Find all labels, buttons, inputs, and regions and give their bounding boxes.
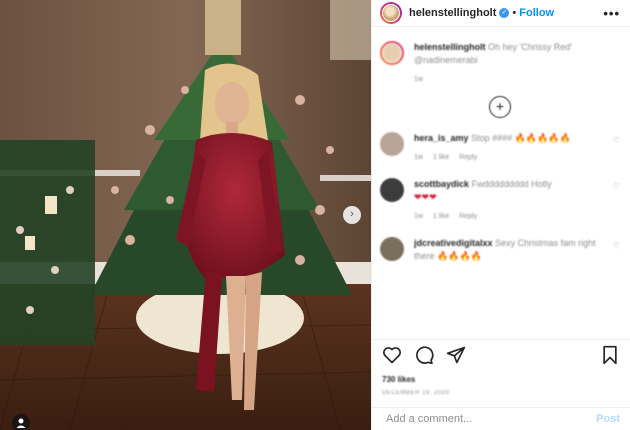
photo-illustration xyxy=(0,0,371,430)
comment-username[interactable]: scottbaydick xyxy=(414,179,469,189)
share-icon[interactable] xyxy=(446,345,466,365)
comment-avatar[interactable] xyxy=(380,178,404,202)
comment-avatar[interactable] xyxy=(380,132,404,156)
verified-badge-icon: ✓ xyxy=(499,8,510,18)
comment-text: Stop #### xyxy=(471,133,513,143)
post-header: helenstellingholt ✓ • Follow ••• xyxy=(372,0,630,27)
comment-avatar[interactable] xyxy=(380,237,404,261)
separator-dot: • xyxy=(512,7,517,19)
user-tag-icon xyxy=(16,418,26,428)
comment-text: Fwddddddddd Hotly xyxy=(471,179,552,189)
plus-circle-icon: + xyxy=(495,98,505,114)
reply-button[interactable]: Reply xyxy=(459,154,477,161)
user-tag-button[interactable] xyxy=(12,414,30,430)
comment-likes[interactable]: 1 like xyxy=(433,213,449,220)
post-side-panel: helenstellingholt ✓ • Follow ••• helenst… xyxy=(371,0,630,430)
post-photo[interactable]: › xyxy=(0,0,371,430)
comment-time[interactable]: 1w xyxy=(414,213,423,220)
caption-time[interactable]: 1w xyxy=(414,76,423,83)
load-more-comments-button[interactable]: + xyxy=(489,96,511,118)
post-actions xyxy=(372,339,630,370)
post-comment-button[interactable]: Post xyxy=(596,413,620,425)
caption-username[interactable]: helenstellingholt xyxy=(414,42,486,52)
follow-button[interactable]: Follow xyxy=(519,7,554,19)
comment-username[interactable]: hera_is_amy xyxy=(414,133,469,143)
bookmark-icon[interactable] xyxy=(600,345,620,365)
comments-list[interactable]: helenstellingholt Oh hey 'Chrissy Red' @… xyxy=(372,27,630,336)
comment-like-icon[interactable]: ♡ xyxy=(613,136,620,164)
comment-time[interactable]: 1w xyxy=(414,154,423,161)
next-photo-button[interactable]: › xyxy=(343,206,361,224)
chevron-right-icon: › xyxy=(350,208,354,220)
comment-item: hera_is_amy Stop #### 🔥🔥🔥🔥🔥 1w 1 like Repl… xyxy=(380,132,620,164)
comment-item: jdcreativedigitalxx Sexy Christmas fam r… xyxy=(380,237,620,263)
caption: helenstellingholt Oh hey 'Chrissy Red' @… xyxy=(380,41,620,86)
reply-button[interactable]: Reply xyxy=(459,213,477,220)
comment-icon[interactable] xyxy=(414,345,434,365)
comment-emoji: ❤❤❤ xyxy=(414,192,437,202)
more-options-icon[interactable]: ••• xyxy=(603,6,620,21)
comment-likes[interactable]: 1 like xyxy=(433,154,449,161)
likes-count[interactable]: 730 likes xyxy=(382,375,415,384)
comment-emoji: 🔥🔥🔥🔥🔥 xyxy=(514,133,571,143)
author-avatar[interactable] xyxy=(380,2,402,24)
comment-like-icon[interactable]: ♡ xyxy=(613,182,620,223)
heart-icon[interactable] xyxy=(382,345,402,365)
comment-item: scottbaydick Fwddddddddd Hotly ❤❤❤ 1w 1 l… xyxy=(380,178,620,223)
author-username[interactable]: helenstellingholt xyxy=(409,7,496,19)
comment-username[interactable]: jdcreativedigitalxx xyxy=(414,238,493,248)
add-comment-bar: Post xyxy=(372,407,630,430)
caption-avatar[interactable] xyxy=(380,41,404,65)
post-date: DECEMBER 19, 2020 xyxy=(382,390,450,396)
comment-emoji: 🔥🔥🔥🔥 xyxy=(437,251,482,261)
comment-input[interactable] xyxy=(384,412,597,426)
comment-like-icon[interactable]: ♡ xyxy=(613,241,620,263)
